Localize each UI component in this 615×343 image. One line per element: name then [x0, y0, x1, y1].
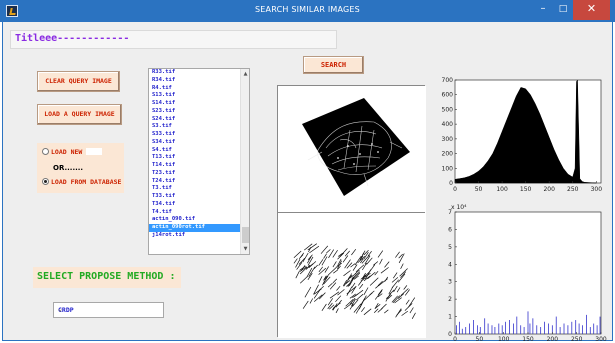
x-tick-label: 300 [595, 336, 607, 343]
figure-client-area: Titleee------------ CLEAR QUERY IMAGE LO… [2, 22, 613, 343]
file-list-item[interactable]: T23.tif [149, 170, 241, 178]
file-list-item[interactable]: S13.tif [149, 92, 241, 100]
scrollbar-thumb[interactable] [242, 227, 249, 243]
y-tick-label: 6 [448, 226, 452, 233]
y-tick-label: 2 [448, 296, 452, 303]
y-tick-label: 100 [442, 165, 454, 172]
clear-query-image-button[interactable]: CLEAR QUERY IMAGE [37, 71, 120, 92]
method-select[interactable]: CRDP ⌄ [53, 302, 164, 318]
y-tick-label: 200 [442, 151, 454, 158]
y-tick-label: 5 [448, 244, 452, 251]
file-list-item[interactable]: T34.tif [149, 201, 241, 209]
x-tick-label: 100 [498, 336, 510, 343]
file-list-item[interactable]: S14.tif [149, 100, 241, 108]
radio-selected-icon [42, 178, 49, 185]
x-tick-label: 100 [496, 186, 508, 193]
file-list-item[interactable]: actin_090.tif [149, 216, 241, 224]
file-list-item[interactable]: R33.tif [149, 69, 241, 77]
chevron-down-icon[interactable]: ⌄ [58, 305, 159, 313]
search-button[interactable]: SEARCH [303, 56, 364, 74]
y-tick-label: 300 [442, 136, 454, 143]
x-tick-label: 250 [571, 336, 583, 343]
y-tick-label: 400 [442, 121, 454, 128]
load-new-label: LOAD NEW [51, 148, 83, 156]
close-button[interactable]: ✕ [573, 0, 610, 20]
query-image-view [277, 85, 426, 222]
radio-unselected-icon [42, 148, 49, 155]
method-label-panel: SELECT PROPOSE METHOD : [33, 267, 181, 288]
x-tick-label: 200 [543, 186, 555, 193]
file-list-item[interactable]: j14rot.tif [149, 232, 241, 240]
y-tick-label: 500 [442, 106, 454, 113]
file-list-item[interactable]: T4.tif [149, 209, 241, 217]
maximize-button[interactable]: □ [553, 0, 573, 20]
y-tick-label: 0 [449, 180, 453, 187]
or-label: OR....... [53, 164, 84, 172]
y-tick-label: 1 [448, 314, 452, 321]
title-text: Titleee------------ [15, 33, 130, 44]
x-tick-label: 200 [547, 336, 559, 343]
file-list-items: R33.tif R34.tif R4.tif S13.tif S14.tif S23.ti… [149, 69, 241, 240]
scroll-up-icon[interactable]: ▲ [242, 70, 249, 78]
scroll-down-icon[interactable]: ▼ [242, 245, 249, 253]
method-label: SELECT PROPOSE METHOD : [37, 271, 176, 282]
load-query-image-button[interactable]: LOAD A QUERY IMAGE [37, 104, 122, 125]
file-list-item[interactable]: S24.tif [149, 116, 241, 124]
file-list-item[interactable]: T33.tif [149, 193, 241, 201]
texture-image [278, 213, 426, 338]
y-tick-label: 600 [442, 92, 454, 99]
load-from-database-radio[interactable]: LOAD FROM DATABASE [42, 178, 124, 186]
x-tick-label: 0 [453, 186, 457, 193]
file-listbox[interactable]: R33.tif R34.tif R4.tif S13.tif S14.tif S23.ti… [148, 68, 250, 255]
histogram-svg: 0 50 100 150 200 250 300 0 100 200 300 400 500 600 700 [442, 77, 603, 193]
window-title: SEARCH SIMILAR IMAGES [255, 5, 360, 14]
title-text-field[interactable]: Titleee------------ [10, 30, 337, 49]
histogram-chart: 0 50 100 150 200 250 300 0 100 200 300 400 500 600 700 [435, 74, 611, 200]
feature-bar-chart: 0 50 100 150 200 250 300 0 1 2 3 4 5 6 7 x 10⁴ [435, 200, 611, 343]
file-list-item[interactable]: T14.tif [149, 162, 241, 170]
window-titlebar: SEARCH SIMILAR IMAGES – □ ✕ [0, 0, 615, 22]
x-tick-label: 50 [476, 336, 484, 343]
file-list-item[interactable]: S33.tif [149, 131, 241, 139]
file-list-item[interactable]: S3.tif [149, 123, 241, 131]
y-tick-label: 3 [448, 279, 452, 286]
load-new-radio[interactable]: LOAD NEW [42, 148, 124, 156]
file-list-item[interactable]: S4.tif [149, 147, 241, 155]
file-list-item[interactable]: R34.tif [149, 77, 241, 85]
texture-image-view [277, 212, 426, 338]
x-tick-label: 0 [453, 336, 457, 343]
x-tick-label: 250 [567, 186, 579, 193]
y-tick-label: 4 [448, 261, 452, 268]
image-source-panel: LOAD NEW OR....... LOAD FROM DATABASE [37, 143, 124, 193]
y-multiplier-label: x 10⁴ [451, 204, 467, 211]
x-tick-label: 150 [520, 186, 532, 193]
x-tick-label: 300 [591, 186, 603, 193]
query-image [278, 86, 426, 222]
file-list-item[interactable]: actin_090rot.tif [149, 224, 241, 232]
file-list-item[interactable]: T24.tif [149, 178, 241, 186]
minimize-button[interactable]: – [533, 0, 553, 20]
file-list-item[interactable]: S23.tif [149, 108, 241, 116]
x-tick-label: 50 [475, 186, 483, 193]
file-list-item[interactable]: T13.tif [149, 154, 241, 162]
y-tick-label: 700 [442, 77, 454, 84]
x-tick-label: 150 [522, 336, 534, 343]
load-from-database-label: LOAD FROM DATABASE [51, 178, 122, 186]
feature-bar-svg: 0 50 100 150 200 250 30001234567x 10⁴ [448, 204, 607, 343]
load-new-blank [86, 148, 103, 155]
file-list-scrollbar[interactable]: ▲ ▼ [240, 69, 249, 254]
file-list-item[interactable]: S34.tif [149, 139, 241, 147]
file-list-item[interactable]: R4.tif [149, 85, 241, 93]
file-list-item[interactable]: T3.tif [149, 185, 241, 193]
y-tick-label: 0 [448, 331, 452, 338]
